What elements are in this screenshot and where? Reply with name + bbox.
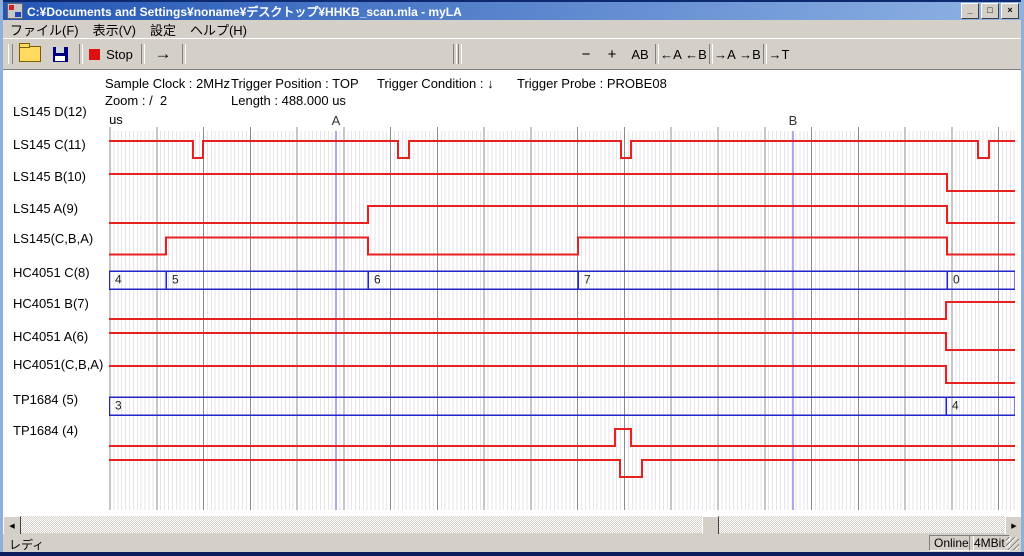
resize-grip[interactable] — [1006, 537, 1019, 550]
zoom-out-button[interactable]: − — [575, 42, 597, 66]
horizontal-scrollbar[interactable]: ◀ ▶ — [3, 516, 1021, 533]
channel-label[interactable]: LS145 C(11) — [13, 137, 86, 153]
toolbar-grip[interactable] — [8, 44, 13, 64]
channel-label-column: LS145 D(12)LS145 C(11)LS145 B(10)LS145 A… — [3, 110, 109, 512]
stop-icon — [89, 49, 100, 60]
channel-label[interactable]: LS145 D(12) — [13, 104, 87, 120]
toolbar: Stop → 100MHz ▼ TOP ▼ ↑ ▼ PROBE00 ▼ − + … — [3, 38, 1021, 70]
trigger-condition-info: Trigger Condition : ↓ — [377, 76, 494, 91]
waveform-client-area: Sample Clock : 2MHz Zoom : / 2 Trigger P… — [3, 70, 1021, 516]
marker-A[interactable]: A — [332, 113, 341, 510]
menu-view[interactable]: 表示(V) — [86, 19, 143, 40]
scroll-left-icon[interactable]: ◀ — [3, 516, 21, 535]
app-icon — [7, 3, 23, 19]
channel-label[interactable]: LS145 B(10) — [13, 169, 86, 185]
trigger-position-info: Trigger Position : TOP — [231, 76, 359, 91]
channel-label[interactable]: LS145 A(9) — [13, 201, 78, 217]
close-button[interactable]: × — [1001, 3, 1019, 19]
zoom-in-button[interactable]: + — [601, 42, 623, 66]
menu-settings[interactable]: 設定 — [143, 19, 183, 40]
marker-label: A — [332, 113, 341, 128]
toolbar-separator — [79, 44, 83, 64]
titlebar[interactable]: C:¥Documents and Settings¥noname¥デスクトップ¥… — [3, 2, 1021, 20]
goto-marker-a-button[interactable]: ←A — [659, 42, 683, 66]
run-arrow-icon: → — [155, 44, 172, 64]
channel-label[interactable]: HC4051 C(8) — [13, 265, 90, 281]
channel-label[interactable]: HC4051 B(7) — [13, 296, 89, 312]
scrollbar-thumb[interactable] — [702, 516, 719, 535]
goto-marker-b-button[interactable]: ←B — [684, 42, 708, 66]
maximize-button[interactable]: □ — [981, 3, 999, 19]
save-floppy-icon — [53, 47, 68, 62]
menu-help[interactable]: ヘルプ(H) — [183, 19, 254, 40]
toolbar-separator — [453, 44, 457, 64]
channel-label[interactable]: TP1684 (4) — [13, 423, 78, 439]
bus-value: 3 — [115, 399, 122, 413]
bus-value: 5 — [172, 273, 179, 287]
bus-value: 6 — [374, 273, 381, 287]
status-online-badge: Online — [929, 535, 974, 551]
marker-label: B — [789, 113, 798, 128]
toolbar-separator — [182, 44, 186, 64]
trigger-probe-info: Trigger Probe : PROBE08 — [517, 76, 667, 91]
bus-value: 0 — [953, 273, 960, 287]
channel-label[interactable]: LS145(C,B,A) — [13, 231, 93, 247]
menubar: ファイル(F) 表示(V) 設定 ヘルプ(H) — [3, 20, 1021, 38]
channel-label[interactable]: HC4051 A(6) — [13, 329, 88, 345]
set-marker-b-button[interactable]: →B — [738, 42, 762, 66]
stop-button[interactable]: Stop — [85, 42, 137, 66]
status-memory-badge: 4MBit — [969, 535, 1010, 551]
run-button[interactable]: → — [148, 42, 178, 66]
goto-trigger-button[interactable]: →T — [767, 42, 791, 66]
bus-value: 4 — [952, 399, 959, 413]
toolbar-separator — [141, 44, 145, 64]
channel-label[interactable]: HC4051(C,B,A) — [13, 357, 103, 373]
toolbar-separator — [458, 44, 462, 64]
bus-value: 4 — [115, 273, 122, 287]
open-file-button[interactable] — [17, 42, 43, 66]
app-window: C:¥Documents and Settings¥noname¥デスクトップ¥… — [0, 0, 1024, 556]
statusbar: レディ Online 4MBit — [3, 534, 1021, 552]
set-marker-a-button[interactable]: →A — [713, 42, 737, 66]
status-ready-text: レディ — [9, 536, 44, 553]
window-title: C:¥Documents and Settings¥noname¥デスクトップ¥… — [27, 3, 961, 20]
minimize-button[interactable]: _ — [961, 3, 979, 19]
zoom-info: Zoom : / 2 — [105, 93, 167, 108]
length-info: Length : 488.000 us — [231, 93, 346, 108]
waveform-plot[interactable]: A B 4 5 6 7 0 3 4 — [109, 110, 1015, 512]
window-border-left — [0, 0, 3, 556]
save-file-button[interactable] — [47, 42, 73, 66]
grid-minor — [110, 131, 1014, 510]
menu-file[interactable]: ファイル(F) — [3, 19, 86, 40]
window-border-bottom — [0, 552, 1024, 556]
open-folder-icon — [19, 46, 41, 62]
channel-label[interactable]: TP1684 (5) — [13, 392, 78, 408]
bus-value: 7 — [584, 273, 591, 287]
ab-button[interactable]: AB — [627, 42, 653, 66]
sample-clock-info: Sample Clock : 2MHz — [105, 76, 230, 91]
